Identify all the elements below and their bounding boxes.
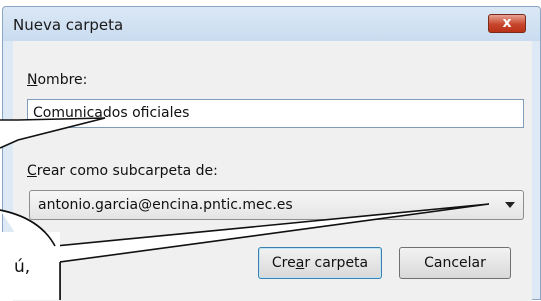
callout-pointer-bottom bbox=[0, 203, 490, 300]
callout-overlay: ú, bbox=[0, 117, 490, 300]
callout-pointer-top bbox=[0, 117, 106, 149]
callout-text: ú, bbox=[14, 257, 30, 277]
